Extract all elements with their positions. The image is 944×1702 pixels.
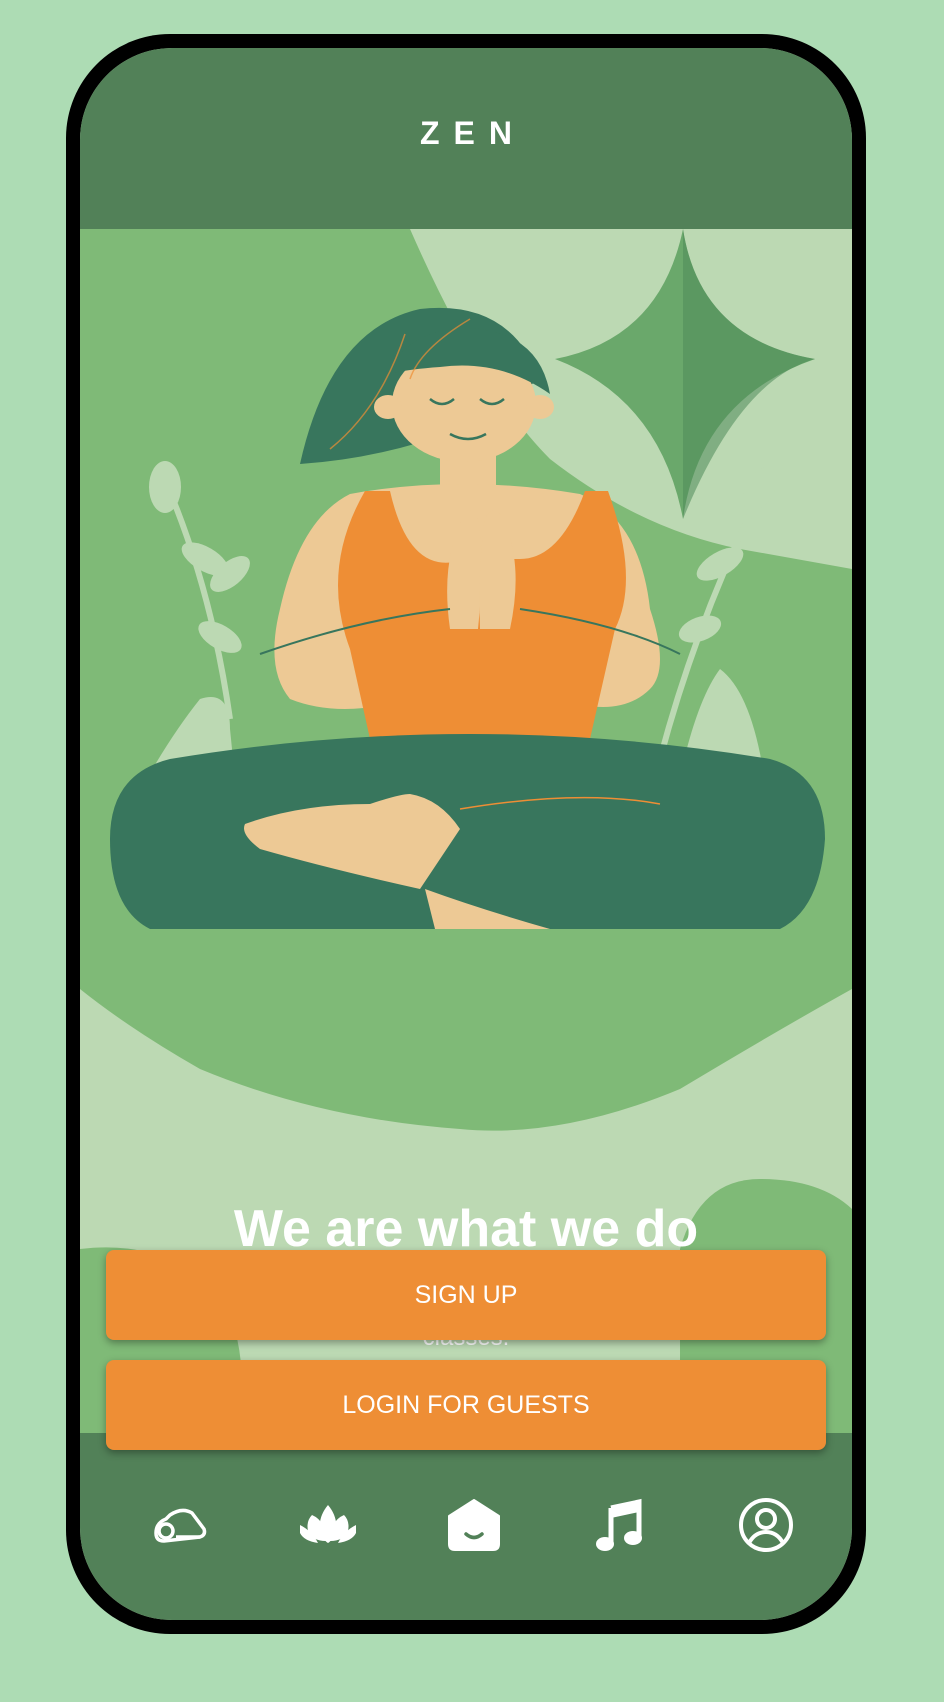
profile-icon [739, 1498, 793, 1552]
signup-button[interactable]: SIGN UP [106, 1250, 826, 1340]
nav-item-lotus[interactable] [288, 1485, 368, 1565]
yoga-mat-icon [154, 1508, 207, 1543]
nav-item-home[interactable] [434, 1485, 514, 1565]
app-logo: ZEN [420, 115, 526, 151]
home-icon [448, 1499, 500, 1551]
nav-item-music[interactable] [580, 1485, 660, 1565]
login-for-guests-button[interactable]: LOGIN FOR GUESTS [106, 1360, 826, 1450]
bottom-navigation [80, 1433, 852, 1620]
nav-item-yoga-mat[interactable] [142, 1485, 222, 1565]
music-note-icon [596, 1498, 642, 1551]
lotus-icon [300, 1505, 356, 1543]
phone-frame: ZEN We are what we do SIGN UP LOGIN FOR … [66, 34, 866, 1634]
top-app-bar: ZEN [80, 48, 852, 229]
nav-item-profile[interactable] [726, 1485, 806, 1565]
app-screen: ZEN We are what we do SIGN UP LOGIN FOR … [80, 48, 852, 1620]
